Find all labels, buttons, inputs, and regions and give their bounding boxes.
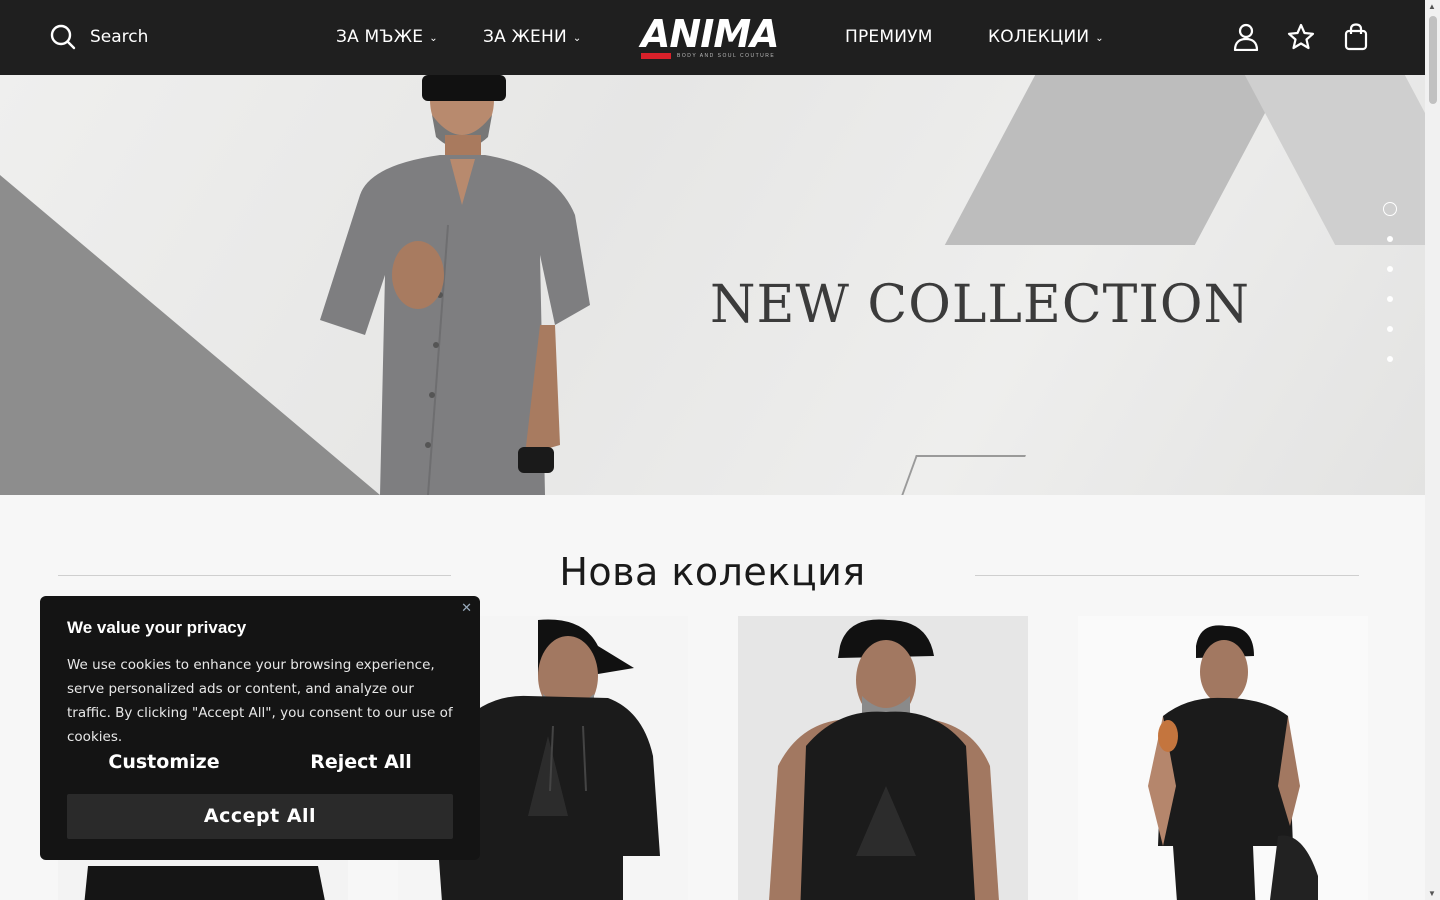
chevron-down-icon: ⌄	[1095, 32, 1104, 44]
hero-banner[interactable]: NEW COLLECTION	[0, 75, 1425, 495]
nav-women[interactable]: ЗА ЖЕНИ ⌄	[483, 27, 581, 47]
search-button[interactable]: Search	[50, 24, 148, 50]
wishlist-button[interactable]	[1286, 22, 1316, 52]
product-image	[769, 619, 999, 900]
nav-premium-label: ПРЕМИУМ	[845, 27, 933, 47]
scrollbar-thumb[interactable]	[1429, 16, 1437, 104]
slider-pagination	[1383, 202, 1397, 386]
chevron-down-icon: ⌄	[572, 32, 582, 44]
slider-dot[interactable]	[1387, 296, 1393, 302]
scroll-down-arrow-icon[interactable]: ▼	[1428, 889, 1436, 898]
nav-men-label: ЗА МЪЖЕ	[336, 27, 424, 47]
search-label: Search	[90, 27, 149, 47]
cookie-consent-banner: ✕ We value your privacy We use cookies t…	[40, 596, 480, 860]
slider-dot[interactable]	[1387, 356, 1393, 362]
hero-decor-outline	[894, 455, 1026, 495]
account-button[interactable]	[1231, 22, 1261, 52]
slider-dot[interactable]	[1387, 236, 1393, 242]
product-card[interactable]	[738, 616, 1028, 900]
product-card[interactable]	[1078, 616, 1368, 900]
hero-title: NEW COLLECTION	[710, 275, 1251, 335]
cart-button[interactable]	[1341, 22, 1371, 52]
product-image	[1148, 625, 1318, 900]
slider-dot-active[interactable]	[1383, 202, 1397, 216]
wishlist-star-icon	[1287, 23, 1315, 50]
cookie-body-text: We use cookies to enhance your browsing …	[67, 657, 453, 745]
chevron-down-icon: ⌄	[429, 32, 438, 44]
nav-collections[interactable]: КОЛЕКЦИИ ⌄	[988, 27, 1104, 47]
slider-dot[interactable]	[1387, 326, 1393, 332]
anima-logo[interactable]: ANIMA BODY AND SOUL COUTURE	[641, 12, 787, 62]
site-header: Search ЗА МЪЖЕ ⌄ ЗА ЖЕНИ ⌄ ANIMA BODY AN…	[0, 0, 1425, 75]
section-title: Нова колекция	[559, 550, 866, 594]
reject-all-button[interactable]: Reject All	[266, 751, 456, 773]
page-scrollbar[interactable]: ▲ ▼	[1425, 0, 1440, 900]
shopping-bag-icon	[1344, 23, 1368, 51]
accept-all-button[interactable]: Accept All	[67, 794, 453, 839]
scroll-up-arrow-icon[interactable]: ▲	[1428, 2, 1436, 11]
nav-men[interactable]: ЗА МЪЖЕ ⌄	[336, 27, 438, 47]
nav-collections-label: КОЛЕКЦИИ	[988, 27, 1090, 47]
logo-tagline: BODY AND SOUL COUTURE	[641, 53, 787, 59]
nav-premium[interactable]: ПРЕМИУМ	[845, 27, 933, 47]
account-icon	[1233, 23, 1259, 51]
logo-wordmark: ANIMA	[641, 12, 780, 56]
cookie-title: We value your privacy	[67, 618, 247, 637]
search-icon	[50, 24, 76, 50]
slider-dot[interactable]	[1387, 266, 1393, 272]
customize-button[interactable]: Customize	[69, 751, 259, 773]
hero-model-image	[320, 75, 590, 495]
nav-women-label: ЗА ЖЕНИ	[483, 27, 567, 47]
close-icon[interactable]: ✕	[461, 600, 472, 616]
